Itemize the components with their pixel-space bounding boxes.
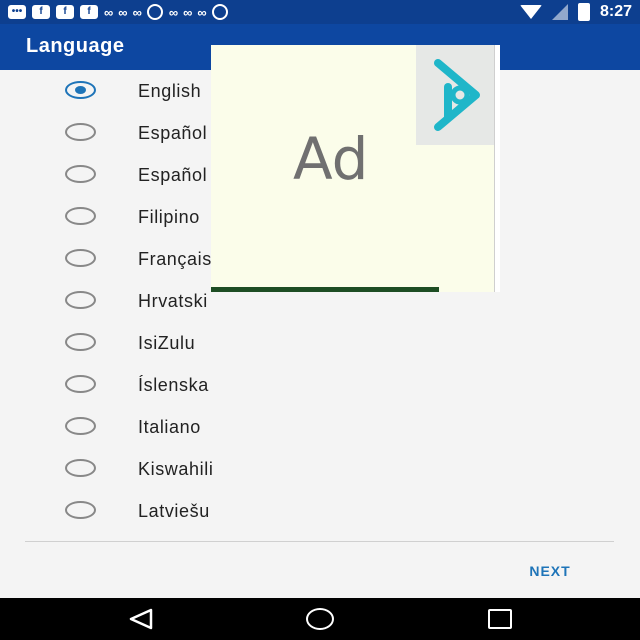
infinity-icon: ∞ [118, 4, 127, 20]
infinity-icon: ∞ [183, 4, 192, 20]
radio-button[interactable] [65, 165, 96, 183]
infinity-icon: ∞ [168, 4, 178, 20]
radio-button[interactable] [65, 333, 96, 351]
language-option-latviesu[interactable]: Latviešu [0, 490, 640, 532]
language-label: English [138, 81, 202, 101]
infinity-icon: ∞ [104, 4, 113, 20]
language-label: Íslenska [138, 375, 209, 395]
language-label: Kiswahili [138, 459, 214, 479]
ad-edge [494, 45, 500, 292]
language-option-italiano[interactable]: Italiano [0, 406, 640, 448]
status-bar: ••• f f f ∞ ∞ ∞ ∞ ∞ ∞ 8:27 [0, 0, 640, 24]
language-label: Français [138, 249, 212, 269]
language-label: Hrvatski [138, 291, 208, 311]
radio-button-selected[interactable] [65, 81, 96, 99]
battery-charging-icon [577, 3, 590, 21]
recents-icon[interactable] [488, 609, 512, 629]
infinity-icon: ∞ [197, 4, 206, 20]
home-icon[interactable] [306, 608, 334, 630]
ad-logo-container[interactable] [416, 45, 494, 145]
ad-progress-bar [211, 287, 439, 292]
play-logo-icon [434, 59, 480, 131]
facebook-icon: f [80, 5, 98, 19]
next-button[interactable]: NEXT [505, 558, 595, 584]
back-icon[interactable] [128, 608, 154, 630]
language-option-kiswahili[interactable]: Kiswahili [0, 448, 640, 490]
language-option-isizulu[interactable]: IsiZulu [0, 322, 640, 364]
radio-button[interactable] [65, 501, 96, 519]
system-icons: 8:27 [519, 3, 632, 21]
language-label: Filipino [138, 207, 200, 227]
screen: ••• f f f ∞ ∞ ∞ ∞ ∞ ∞ 8:27 Language Engl… [0, 0, 640, 640]
divider [25, 541, 614, 542]
language-label: Latviešu [138, 501, 210, 521]
wifi-icon [519, 5, 542, 19]
radio-button[interactable] [65, 417, 96, 435]
language-label: IsiZulu [138, 333, 196, 353]
facebook-icon: f [56, 5, 74, 19]
pinterest-icon [211, 4, 228, 20]
clock: 8:27 [599, 3, 632, 20]
facebook-icon: f [32, 5, 50, 19]
language-label: Español [138, 123, 208, 143]
navigation-bar [0, 598, 640, 640]
radio-button[interactable] [65, 291, 96, 309]
language-label: Español [138, 165, 208, 185]
ad-banner[interactable]: Ad [211, 45, 500, 292]
whatsapp-icon [146, 4, 163, 20]
signal-icon [551, 4, 568, 20]
language-label: Italiano [138, 417, 201, 437]
radio-button[interactable] [65, 459, 96, 477]
infinity-icon: ∞ [132, 4, 142, 20]
page-title: Language [26, 35, 125, 57]
radio-button[interactable] [65, 249, 96, 267]
notification-icons: ••• f f f ∞ ∞ ∞ ∞ ∞ ∞ [8, 4, 520, 20]
radio-button[interactable] [65, 375, 96, 393]
radio-button[interactable] [65, 207, 96, 225]
language-option-islenska[interactable]: Íslenska [0, 364, 640, 406]
ad-label: Ad [293, 125, 369, 193]
chat-icon: ••• [8, 5, 26, 19]
radio-button[interactable] [65, 123, 96, 141]
